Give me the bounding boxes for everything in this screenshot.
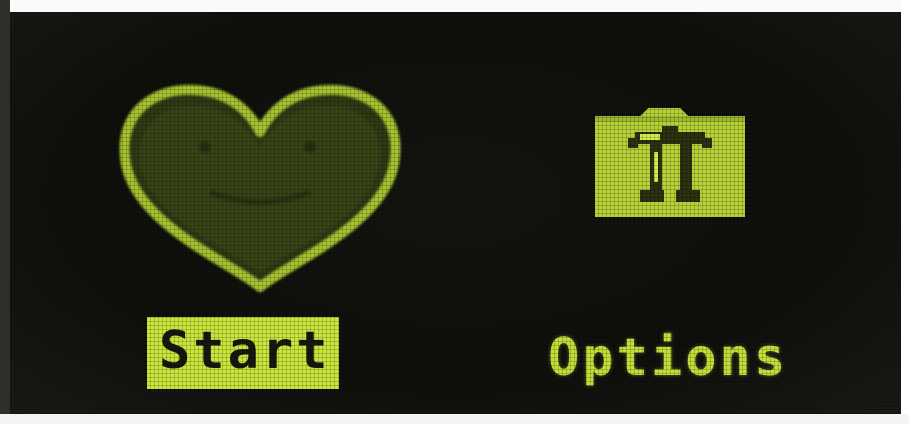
start-label: Start (147, 317, 339, 389)
bezel-right (901, 0, 909, 424)
menu-item-options[interactable]: Options (520, 92, 820, 402)
options-label: Options (548, 328, 789, 388)
bezel-left (0, 0, 10, 424)
lcd-screen: Start Options (10, 12, 901, 414)
bezel-bottom (0, 414, 909, 424)
bezel-top (0, 0, 909, 12)
menu-item-start[interactable]: Start (105, 67, 425, 407)
device-frame: Start Options (0, 0, 909, 424)
